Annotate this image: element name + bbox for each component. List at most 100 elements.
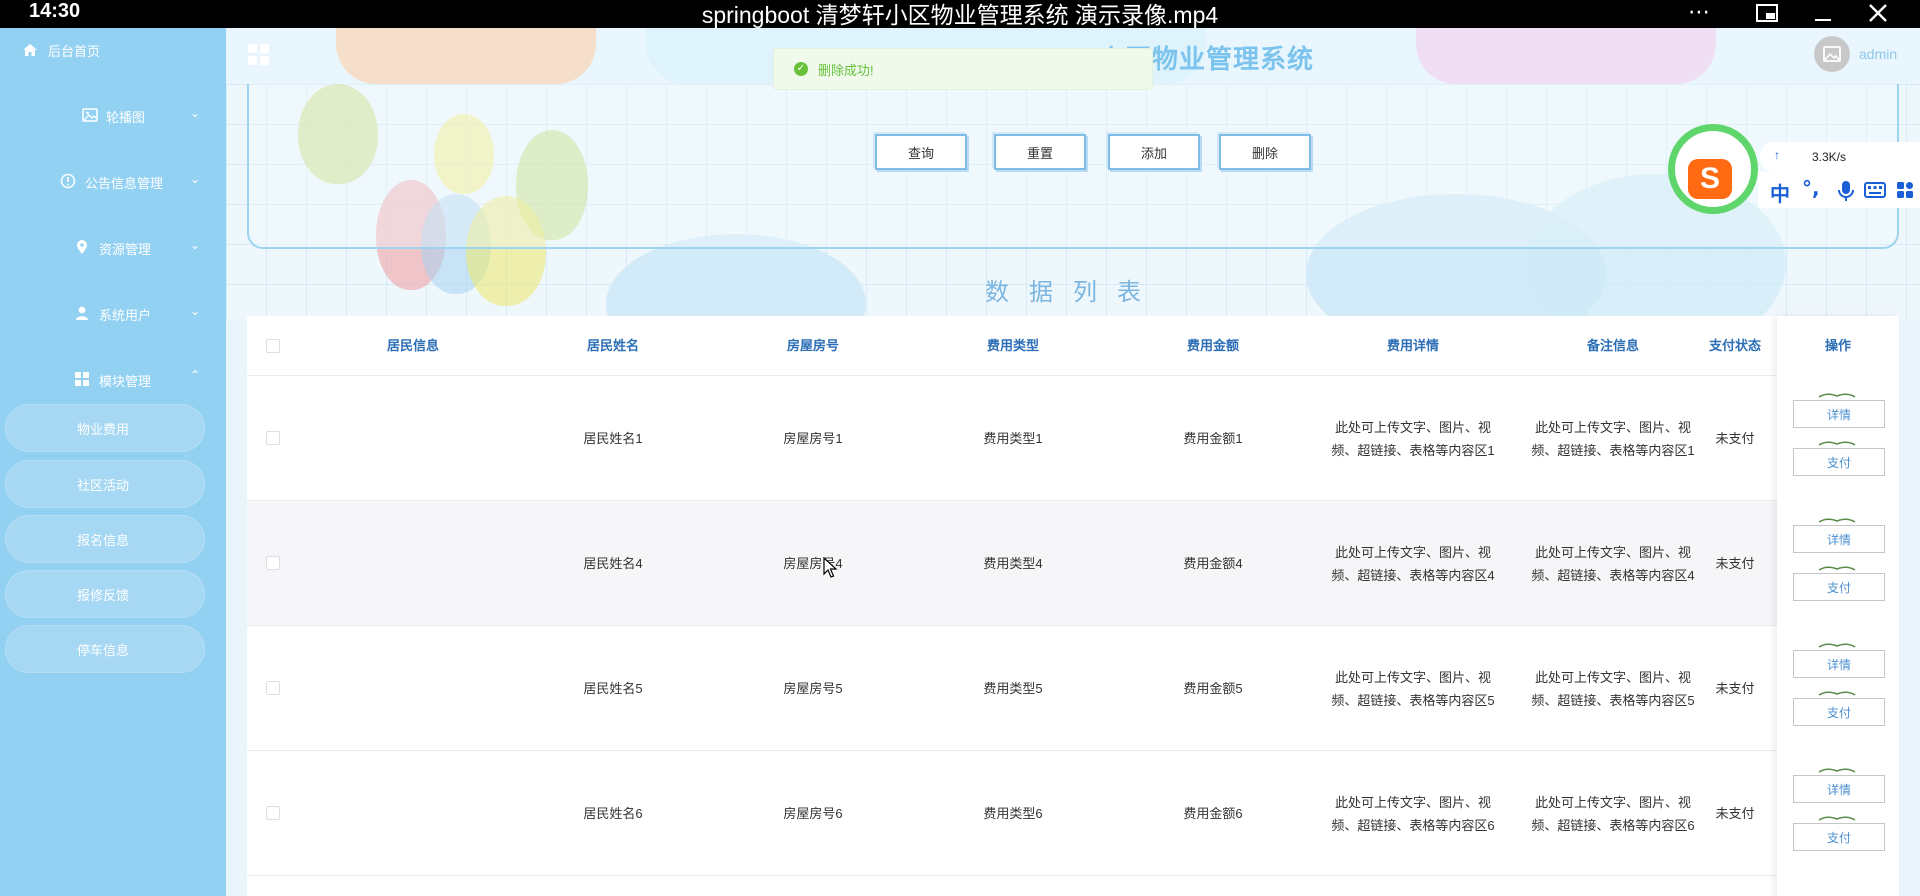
reset-button[interactable]: 重置	[994, 134, 1086, 170]
pay-button[interactable]: 支付	[1793, 698, 1885, 726]
sidebar-menu-label: 资源管理	[99, 242, 152, 257]
cell-room-number: 房屋房号4	[783, 556, 843, 571]
remark-line: 此处可上传文字、图片、视	[1534, 419, 1691, 435]
arrow-up-icon: ↑	[1774, 148, 1780, 162]
select-all-checkbox[interactable]	[266, 339, 280, 353]
ime-widget[interactable]: ↑ 3.3K/s S 中 °,	[1668, 92, 1920, 214]
column-header: 备注信息	[1586, 338, 1639, 353]
microphone-icon[interactable]	[1838, 180, 1854, 202]
cell-resident-name: 居民姓名6	[583, 806, 643, 821]
sidebar-menu-notice[interactable]: 公告信息管理 ⌄	[0, 166, 226, 196]
remark-line: 频、超链接、表格等内容区4	[1531, 567, 1695, 583]
column-header: 居民信息	[386, 338, 439, 353]
sidebar-item-home[interactable]: 后台首页	[22, 38, 100, 62]
cell-remark: 此处可上传文字、图片、视 频、超链接、表格等内容区5	[1523, 626, 1703, 751]
cell-resident-name: 居民姓名4	[583, 556, 643, 571]
ime-language[interactable]: 中	[1770, 178, 1790, 207]
leaf-decoration-icon	[1818, 768, 1856, 773]
sidebar-item-property-fee[interactable]: 物业费用	[5, 404, 205, 452]
remark-line: 频、超链接、表格等内容区5	[1531, 692, 1695, 708]
detail-button[interactable]: 详情	[1793, 775, 1885, 803]
query-button[interactable]: 查询	[875, 134, 967, 170]
cell-fee-amount: 费用金额6	[1183, 806, 1243, 821]
sidebar-item-parking[interactable]: 停车信息	[5, 625, 205, 673]
sidebar-menu-resource[interactable]: 资源管理 ⌄	[0, 232, 226, 262]
toolbox-icon[interactable]	[1896, 181, 1914, 199]
delete-button[interactable]: 删除	[1219, 134, 1311, 170]
row-checkbox[interactable]	[266, 556, 280, 570]
sidebar-menu-users[interactable]: 系统用户 ⌄	[0, 298, 226, 328]
cell-resident-name: 居民姓名5	[583, 681, 643, 696]
add-button[interactable]: 添加	[1108, 134, 1200, 170]
sidebar-menu-banner[interactable]: 轮播图 ⌄	[0, 100, 226, 130]
sidebar-menu-modules[interactable]: 模块管理 ⌃	[0, 364, 226, 394]
row-checkbox[interactable]	[266, 431, 280, 445]
pay-button[interactable]: 支付	[1793, 448, 1885, 476]
pay-button[interactable]: 支付	[1793, 823, 1885, 851]
cell-fee-type: 费用类型5	[983, 681, 1043, 696]
cell-remark: 此处可上传文字、图片、视 频、超链接、表格等内容区6	[1523, 751, 1703, 876]
remark-line: 频、超链接、表格等内容区6	[1531, 817, 1695, 833]
column-header: 操作	[1824, 338, 1851, 353]
detail-button[interactable]: 详情	[1793, 650, 1885, 678]
leaf-decoration-icon	[1818, 816, 1856, 821]
data-table: 居民信息 居民姓名 房屋房号 费用类型 费用金额 费用详情 备注信息 支付状态 …	[247, 316, 1899, 896]
row-checkbox[interactable]	[266, 806, 280, 820]
sidebar-item-label: 后台首页	[48, 43, 101, 59]
column-header: 居民姓名	[586, 338, 639, 353]
chevron-up-icon: ⌃	[189, 368, 200, 382]
leaf-decoration-icon	[1818, 691, 1856, 696]
sidebar-item-repair-feedback[interactable]: 报修反馈	[5, 570, 205, 618]
chevron-down-icon: ⌄	[189, 106, 200, 120]
minimize-icon[interactable]	[1803, 0, 1843, 28]
network-speed: ↑ 3.3K/s	[1760, 142, 1920, 172]
table-row: 居民姓名5 房屋房号5 费用类型5 费用金额5 此处可上传文字、图片、视 频、超链…	[247, 626, 1899, 751]
cell-remark: 此处可上传文字、图片、视 频、超链接、表格等内容区4	[1523, 501, 1703, 626]
keyboard-icon[interactable]	[1864, 182, 1886, 198]
detail-line: 频、超链接、表格等内容区5	[1331, 692, 1495, 708]
column-header: 费用详情	[1386, 338, 1439, 353]
chevron-down-icon: ⌄	[189, 238, 200, 252]
cell-room-number: 房屋房号5	[783, 681, 843, 696]
sogou-logo-icon: S	[1688, 159, 1732, 199]
close-icon[interactable]	[1858, 0, 1898, 28]
more-icon[interactable]: ⋯	[1679, 0, 1719, 28]
detail-line: 频、超链接、表格等内容区4	[1331, 567, 1495, 583]
toast-message: 删除成功!	[818, 62, 874, 78]
cell-payment-status: 未支付	[1715, 681, 1755, 696]
cell-fee-amount: 费用金额1	[1183, 431, 1243, 446]
detail-button[interactable]: 详情	[1793, 525, 1885, 553]
pay-button[interactable]: 支付	[1793, 573, 1885, 601]
cell-room-number: 房屋房号6	[783, 806, 843, 821]
remark-line: 频、超链接、表格等内容区1	[1531, 442, 1695, 458]
ime-punctuation[interactable]: °,	[1802, 176, 1820, 200]
detail-button[interactable]: 详情	[1793, 400, 1885, 428]
row-checkbox[interactable]	[266, 681, 280, 695]
menu-toggle-icon[interactable]	[248, 44, 270, 66]
avatar[interactable]	[1814, 36, 1850, 72]
table-row: 居民姓名4 房屋房号4 费用类型4 费用金额4 此处可上传文字、图片、视 频、超链…	[247, 501, 1899, 626]
sidebar-item-registration[interactable]: 报名信息	[5, 515, 205, 563]
cell-fee-detail: 此处可上传文字、图片、视 频、超链接、表格等内容区4	[1323, 501, 1503, 626]
operations-column: 操作 详情 支付 详情 支付 详情 支付 详情 支付	[1777, 316, 1899, 896]
chevron-down-icon: ⌄	[189, 304, 200, 318]
screen: 14:30 springboot 清梦轩小区物业管理系统 演示录像.mp4 ⋯ …	[0, 0, 1920, 896]
cell-payment-status: 未支付	[1715, 806, 1755, 821]
video-player-bar: 14:30 springboot 清梦轩小区物业管理系统 演示录像.mp4 ⋯	[0, 0, 1920, 28]
speed-text: 3.3K/s	[1812, 150, 1847, 164]
sidebar-item-community-activity[interactable]: 社区活动	[5, 460, 205, 508]
pip-icon[interactable]	[1747, 0, 1787, 28]
ime-toolbar: 中 °,	[1758, 172, 1920, 208]
cell-payment-status: 未支付	[1715, 556, 1755, 571]
sidebar-menu-label: 系统用户	[99, 308, 152, 323]
info-icon	[60, 173, 76, 189]
remark-line: 此处可上传文字、图片、视	[1534, 669, 1691, 685]
sidebar: 后台首页 轮播图 ⌄ 公告信息管理 ⌄ 资源管理 ⌄ 系统用户 ⌄ 模块管理 ⌃…	[0, 28, 226, 896]
remark-line: 此处可上传文字、图片、视	[1534, 794, 1691, 810]
username[interactable]: admin	[1859, 46, 1897, 62]
detail-line: 此处可上传文字、图片、视	[1334, 669, 1491, 685]
cell-resident-name: 居民姓名1	[583, 431, 643, 446]
location-icon	[77, 240, 87, 254]
leaf-decoration-icon	[1818, 441, 1856, 446]
cell-fee-type: 费用类型6	[983, 806, 1043, 821]
